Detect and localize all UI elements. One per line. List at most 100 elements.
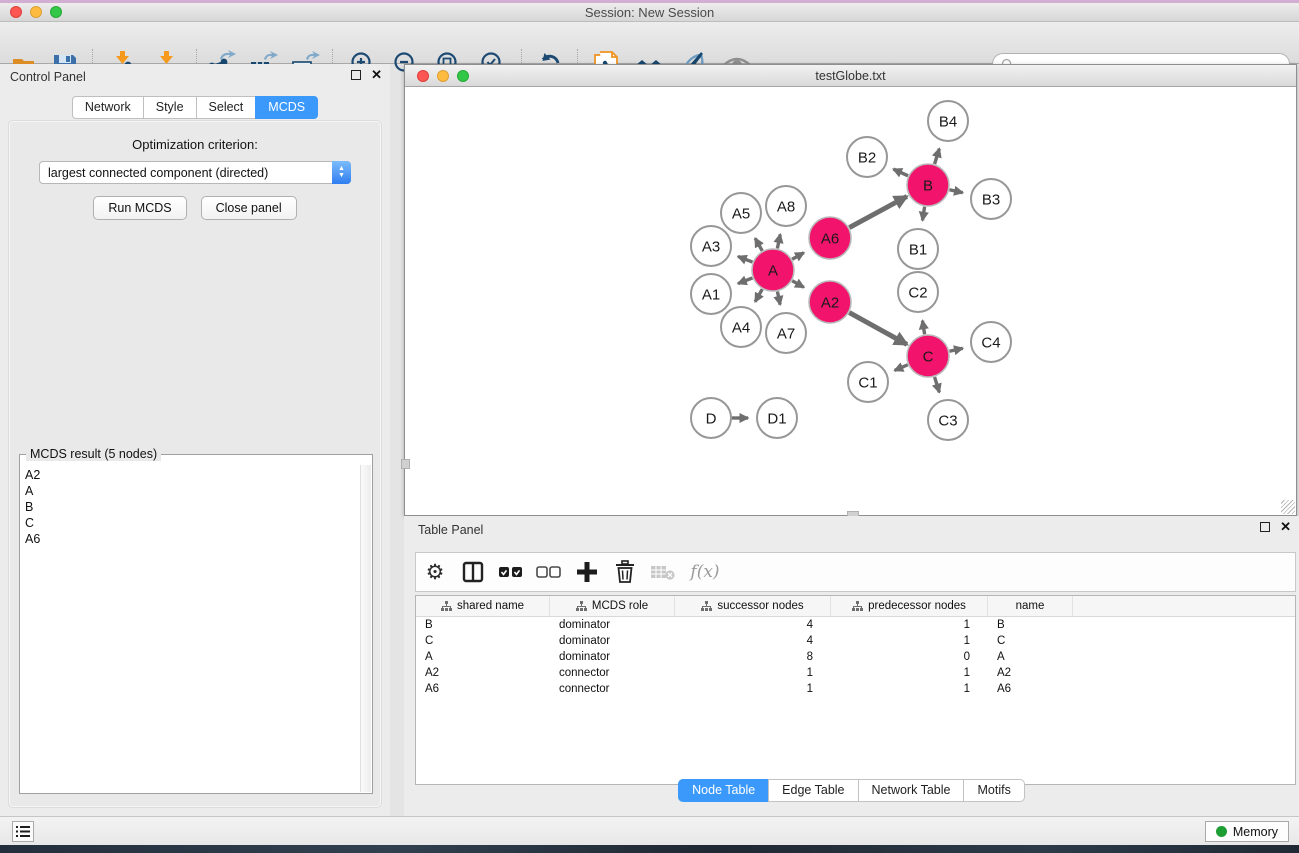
net-close-icon[interactable] bbox=[417, 70, 429, 82]
edge-C-C3[interactable] bbox=[935, 377, 940, 392]
cell-predecessor-nodes[interactable]: 1 bbox=[831, 617, 988, 633]
result-item[interactable]: A2 bbox=[25, 467, 356, 483]
table-row[interactable]: Bdominator41B bbox=[416, 617, 1295, 633]
edge-C-C4[interactable] bbox=[949, 348, 962, 351]
cell-MCDS-role[interactable]: dominator bbox=[550, 617, 675, 633]
cell-predecessor-nodes[interactable]: 1 bbox=[831, 665, 988, 681]
column-header-predecessor-nodes[interactable]: predecessor nodes bbox=[831, 596, 988, 616]
table-header-row[interactable]: shared nameMCDS rolesuccessor nodesprede… bbox=[416, 596, 1295, 617]
node-A8[interactable]: A8 bbox=[766, 186, 806, 226]
edge-A6-B[interactable] bbox=[849, 196, 907, 227]
edge-A-A6[interactable] bbox=[792, 253, 804, 260]
memory-button[interactable]: Memory bbox=[1205, 821, 1289, 842]
cell-name[interactable]: A2 bbox=[988, 665, 1073, 681]
result-item[interactable]: B bbox=[25, 499, 356, 515]
tab-node-table[interactable]: Node Table bbox=[678, 779, 768, 802]
result-item[interactable]: A6 bbox=[25, 531, 356, 547]
cell-shared-name[interactable]: A bbox=[416, 649, 550, 665]
close-panel-button[interactable]: Close panel bbox=[201, 196, 297, 220]
edge-B-B4[interactable] bbox=[935, 149, 940, 164]
network-window-titlebar[interactable]: testGlobe.txt bbox=[405, 65, 1296, 87]
node-A6[interactable]: A6 bbox=[809, 217, 851, 259]
edge-B-B1[interactable] bbox=[922, 207, 924, 221]
edge-B-B2[interactable] bbox=[893, 169, 908, 176]
close-window-icon[interactable] bbox=[10, 6, 22, 18]
cell-successor-nodes[interactable]: 4 bbox=[675, 617, 831, 633]
node-C2[interactable]: C2 bbox=[898, 272, 938, 312]
cell-name[interactable]: C bbox=[988, 633, 1073, 649]
cell-predecessor-nodes[interactable]: 1 bbox=[831, 681, 988, 697]
node-B1[interactable]: B1 bbox=[898, 229, 938, 269]
node-D[interactable]: D bbox=[691, 398, 731, 438]
table-row[interactable]: A6connector11A6 bbox=[416, 681, 1295, 697]
cell-successor-nodes[interactable]: 4 bbox=[675, 633, 831, 649]
tab-motifs[interactable]: Motifs bbox=[963, 779, 1024, 802]
tab-select[interactable]: Select bbox=[196, 96, 256, 119]
table-row[interactable]: A2connector11A2 bbox=[416, 665, 1295, 681]
node-A4[interactable]: A4 bbox=[721, 307, 761, 347]
select-all-icon[interactable] bbox=[492, 555, 530, 589]
cell-successor-nodes[interactable]: 1 bbox=[675, 665, 831, 681]
deselect-all-icon[interactable] bbox=[530, 555, 568, 589]
table-body[interactable]: Bdominator41BCdominator41CAdominator80AA… bbox=[416, 617, 1295, 697]
node-B3[interactable]: B3 bbox=[971, 179, 1011, 219]
node-D1[interactable]: D1 bbox=[757, 398, 797, 438]
network-vertical-scrollbar[interactable] bbox=[401, 459, 410, 469]
column-header-name[interactable]: name bbox=[988, 596, 1073, 616]
edge-A-A5[interactable] bbox=[755, 238, 762, 251]
network-graph[interactable]: B4B2BB3A8A5A6A3B1AC2A1A2A4A7C4CC1DD1C3 bbox=[406, 88, 1296, 515]
cell-predecessor-nodes[interactable]: 1 bbox=[831, 633, 988, 649]
edge-A-A4[interactable] bbox=[755, 289, 762, 302]
tab-mcds[interactable]: MCDS bbox=[255, 96, 318, 119]
tab-style[interactable]: Style bbox=[143, 96, 196, 119]
resize-grip-icon[interactable] bbox=[1281, 500, 1295, 514]
cell-MCDS-role[interactable]: dominator bbox=[550, 649, 675, 665]
edge-A-A8[interactable] bbox=[777, 234, 780, 248]
mcds-result-list[interactable]: A2ABCA6 bbox=[21, 465, 360, 792]
cell-shared-name[interactable]: C bbox=[416, 633, 550, 649]
network-canvas[interactable]: B4B2BB3A8A5A6A3B1AC2A1A2A4A7C4CC1DD1C3 bbox=[406, 88, 1296, 515]
cell-MCDS-role[interactable]: connector bbox=[550, 681, 675, 697]
cell-name[interactable]: B bbox=[988, 617, 1073, 633]
edge-C-C1[interactable] bbox=[895, 365, 908, 371]
maximize-window-icon[interactable] bbox=[50, 6, 62, 18]
cell-shared-name[interactable]: A2 bbox=[416, 665, 550, 681]
tab-edge-table[interactable]: Edge Table bbox=[768, 779, 857, 802]
edge-A-A1[interactable] bbox=[738, 278, 752, 284]
column-header-successor-nodes[interactable]: successor nodes bbox=[675, 596, 831, 616]
result-item[interactable]: C bbox=[25, 515, 356, 531]
criterion-dropdown[interactable]: largest connected component (directed) ▲… bbox=[39, 161, 351, 184]
minimize-window-icon[interactable] bbox=[30, 6, 42, 18]
edge-B-B3[interactable] bbox=[949, 190, 962, 193]
table-row[interactable]: Adominator80A bbox=[416, 649, 1295, 665]
node-A5[interactable]: A5 bbox=[721, 193, 761, 233]
split-columns-icon[interactable] bbox=[454, 555, 492, 589]
tab-network[interactable]: Network bbox=[72, 96, 143, 119]
cell-MCDS-role[interactable]: dominator bbox=[550, 633, 675, 649]
edge-A-A7[interactable] bbox=[777, 292, 780, 305]
add-column-icon[interactable] bbox=[568, 555, 606, 589]
column-header-MCDS-role[interactable]: MCDS role bbox=[550, 596, 675, 616]
cell-successor-nodes[interactable]: 1 bbox=[675, 681, 831, 697]
edge-A2-C[interactable] bbox=[849, 313, 907, 345]
cell-predecessor-nodes[interactable]: 0 bbox=[831, 649, 988, 665]
edge-C-C2[interactable] bbox=[922, 321, 924, 335]
close-panel-icon[interactable]: ✕ bbox=[371, 70, 382, 80]
node-A1[interactable]: A1 bbox=[691, 274, 731, 314]
node-table[interactable]: shared nameMCDS rolesuccessor nodesprede… bbox=[415, 595, 1296, 785]
node-B4[interactable]: B4 bbox=[928, 101, 968, 141]
edge-A-A2[interactable] bbox=[792, 281, 804, 288]
task-history-button[interactable] bbox=[12, 821, 34, 842]
gear-icon[interactable]: ⚙ bbox=[416, 555, 454, 589]
node-C[interactable]: C bbox=[907, 335, 949, 377]
run-mcds-button[interactable]: Run MCDS bbox=[93, 196, 186, 220]
node-A[interactable]: A bbox=[752, 249, 794, 291]
cell-shared-name[interactable]: A6 bbox=[416, 681, 550, 697]
column-header-shared-name[interactable]: shared name bbox=[416, 596, 550, 616]
net-maximize-icon[interactable] bbox=[457, 70, 469, 82]
node-B[interactable]: B bbox=[907, 164, 949, 206]
cell-successor-nodes[interactable]: 8 bbox=[675, 649, 831, 665]
cell-name[interactable]: A bbox=[988, 649, 1073, 665]
node-B2[interactable]: B2 bbox=[847, 137, 887, 177]
float-table-panel-icon[interactable] bbox=[1260, 522, 1270, 532]
